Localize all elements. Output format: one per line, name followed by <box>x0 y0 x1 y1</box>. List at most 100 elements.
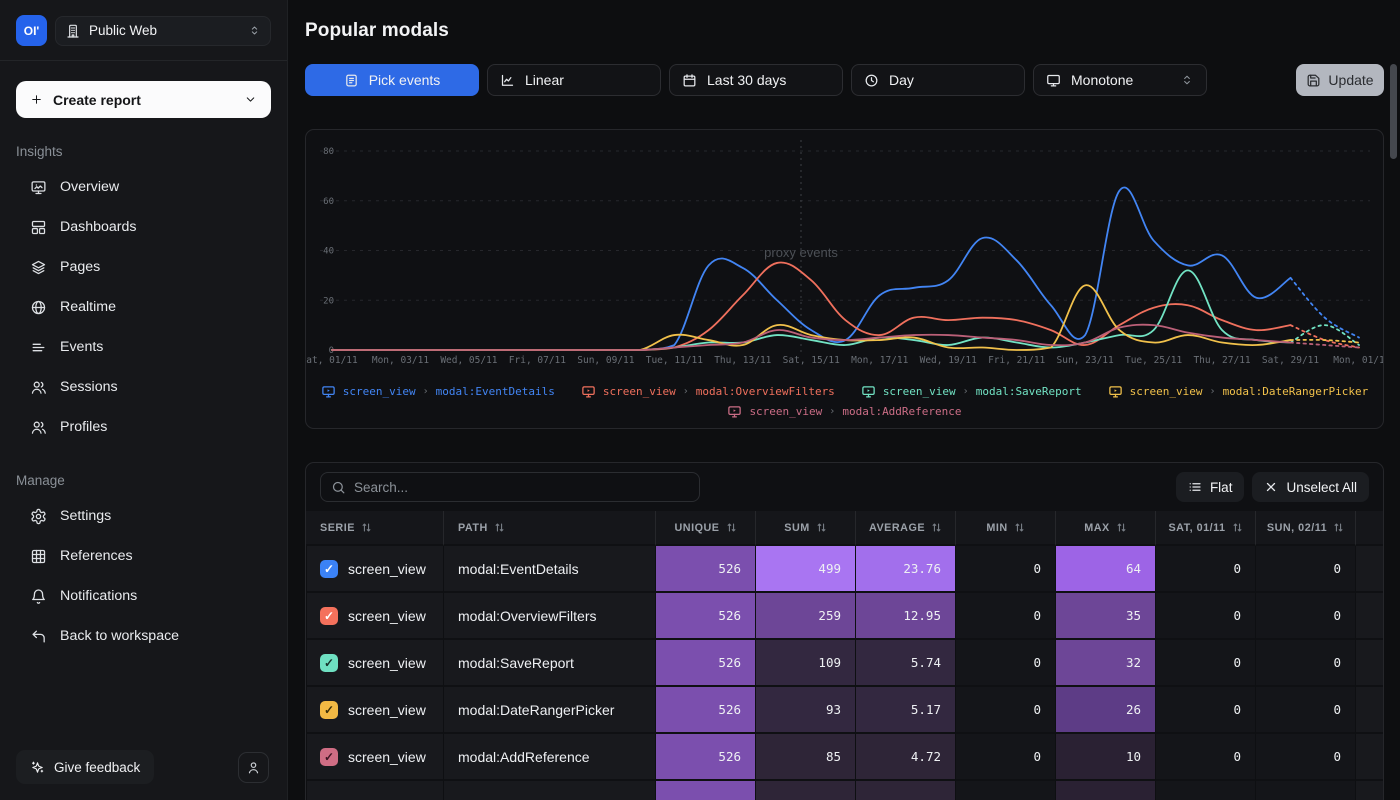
sidebar-item-references[interactable]: References <box>0 536 287 576</box>
unselect-all-button[interactable]: Unselect All <box>1252 472 1369 502</box>
table-cell-sat: 0 <box>1155 546 1255 593</box>
day-button[interactable]: Day <box>851 64 1025 96</box>
main-content: Popular modals Pick eventsLinearLast 30 … <box>288 0 1400 800</box>
profile-button[interactable] <box>238 752 269 783</box>
x-icon <box>1264 480 1278 494</box>
table-cell-max: 32 <box>1055 640 1155 687</box>
column-header-sat[interactable]: SAT, 01/11 <box>1155 511 1255 546</box>
table-cell-sat: 0 <box>1155 687 1255 734</box>
legend-event-name: screen_view <box>343 385 416 398</box>
svg-text:60: 60 <box>323 197 334 207</box>
svg-text:Wed, 05/11: Wed, 05/11 <box>440 355 497 366</box>
bell-icon <box>30 588 47 605</box>
sidebar-item-notifications[interactable]: Notifications <box>0 576 287 616</box>
update-button[interactable]: Update <box>1296 64 1384 96</box>
legend-event-name: screen_view <box>749 405 822 418</box>
flat-toggle-button[interactable]: Flat <box>1176 472 1245 502</box>
table-toolbar: Flat Unselect All <box>306 463 1383 511</box>
row-checkbox[interactable]: ✓ <box>320 701 338 719</box>
column-header-serie[interactable]: SERIE <box>306 511 443 546</box>
serie-name: screen_view <box>348 749 426 765</box>
app-logo[interactable]: OI' <box>16 15 47 46</box>
calendar-icon <box>682 73 697 88</box>
workspace-selector[interactable]: Public Web <box>55 16 271 46</box>
legend-path-name: modal:SaveReport <box>976 385 1082 398</box>
page-scrollbar[interactable] <box>1390 64 1397 159</box>
sidebar-item-settings[interactable]: Settings <box>0 496 287 536</box>
report-toolbar: Pick events LinearLast 30 daysDayMonotone <box>305 64 1207 96</box>
row-checkbox[interactable]: ✓ <box>320 560 338 578</box>
table-cell-average <box>855 781 955 800</box>
table-cell-sum: 259 <box>755 593 855 640</box>
grid-icon <box>30 548 47 565</box>
monotone-button[interactable]: Monotone <box>1033 64 1207 96</box>
events-icon <box>30 339 47 356</box>
dashboards-icon <box>30 219 47 236</box>
legend-item-modal-addreference[interactable]: screen_view›modal:AddReference <box>727 404 961 419</box>
table-cell-path: modal:EventDetails <box>443 546 655 593</box>
table-cell-serie: ✓ screen_view <box>306 640 443 687</box>
sort-arrows-icon <box>1116 522 1127 533</box>
legend-item-modal-savereport[interactable]: screen_view›modal:SaveReport <box>861 384 1082 399</box>
serie-name: screen_view <box>348 655 426 671</box>
sidebar-item-events[interactable]: Events <box>0 327 287 367</box>
sidebar-item-back-to-workspace[interactable]: Back to workspace <box>0 616 287 656</box>
table-cell-sat: 0 <box>1155 640 1255 687</box>
column-header-max[interactable]: MAX <box>1055 511 1155 546</box>
unselect-all-label: Unselect All <box>1286 480 1357 495</box>
path-name: modal:EventDetails <box>458 561 579 577</box>
create-report-button[interactable]: Create report <box>16 81 271 118</box>
legend-item-modal-eventdetails[interactable]: screen_view›modal:EventDetails <box>321 384 555 399</box>
sidebar-item-label: Dashboards <box>60 219 137 235</box>
sidebar-item-sessions[interactable]: Sessions <box>0 367 287 407</box>
column-header-min[interactable]: MIN <box>955 511 1055 546</box>
svg-text:80: 80 <box>323 147 334 157</box>
table-cell-average: 5.74 <box>855 640 955 687</box>
table-cell-filler <box>1355 640 1383 687</box>
column-header-unique[interactable]: UNIQUE <box>655 511 755 546</box>
sidebar-item-pages[interactable]: Pages <box>0 247 287 287</box>
users-icon <box>30 379 47 396</box>
table-cell-unique <box>655 781 755 800</box>
svg-text:proxy events: proxy events <box>764 245 838 260</box>
sidebar-item-profiles[interactable]: Profiles <box>0 407 287 447</box>
sidebar-item-label: Notifications <box>60 588 137 604</box>
linear-button[interactable]: Linear <box>487 64 661 96</box>
column-header-sun[interactable]: SUN, 02/11 <box>1255 511 1355 546</box>
svg-text:Mon, 17/11: Mon, 17/11 <box>851 355 908 366</box>
legend-item-modal-overviewfilters[interactable]: screen_view›modal:OverviewFilters <box>581 384 835 399</box>
table-cell-serie: ✓ screen_view <box>306 734 443 781</box>
button-label: Pick events <box>369 72 441 88</box>
last-30-days-button[interactable]: Last 30 days <box>669 64 843 96</box>
overview-icon <box>30 179 47 196</box>
table-cell-unique: 526 <box>655 593 755 640</box>
line-chart[interactable]: 020406080at, 01/11Mon, 03/11Wed, 05/11Fr… <box>306 130 1384 368</box>
save-icon <box>1306 73 1321 88</box>
pick-events-button[interactable]: Pick events <box>305 64 479 96</box>
table-cell-sun: 0 <box>1255 546 1355 593</box>
legend-item-modal-daterangerpicker[interactable]: screen_view›modal:DateRangerPicker <box>1108 384 1369 399</box>
table-cell-path: modal:DateRangerPicker <box>443 687 655 734</box>
layers-icon <box>30 259 47 276</box>
sidebar-item-dashboards[interactable]: Dashboards <box>0 207 287 247</box>
updown-icon <box>1180 73 1194 87</box>
row-checkbox[interactable]: ✓ <box>320 654 338 672</box>
sort-arrows-icon <box>1333 522 1344 533</box>
sidebar-item-realtime[interactable]: Realtime <box>0 287 287 327</box>
column-header-sum[interactable]: SUM <box>755 511 855 546</box>
column-header-label: MIN <box>986 522 1007 534</box>
column-header-path[interactable]: PATH <box>443 511 655 546</box>
column-header-average[interactable]: AVERAGE <box>855 511 955 546</box>
sidebar-item-overview[interactable]: Overview <box>0 167 287 207</box>
person-icon <box>246 760 261 775</box>
path-name: modal:AddReference <box>458 749 590 765</box>
row-checkbox[interactable]: ✓ <box>320 748 338 766</box>
legend-separator: › <box>963 386 969 397</box>
row-checkbox[interactable]: ✓ <box>320 607 338 625</box>
table-cell-serie: ✓screen_view <box>306 546 443 593</box>
sidebar-item-label: Back to workspace <box>60 628 179 644</box>
sidebar-item-label: Overview <box>60 179 119 195</box>
search-input[interactable] <box>354 480 689 495</box>
undo-icon <box>30 628 47 645</box>
give-feedback-button[interactable]: Give feedback <box>16 750 154 784</box>
